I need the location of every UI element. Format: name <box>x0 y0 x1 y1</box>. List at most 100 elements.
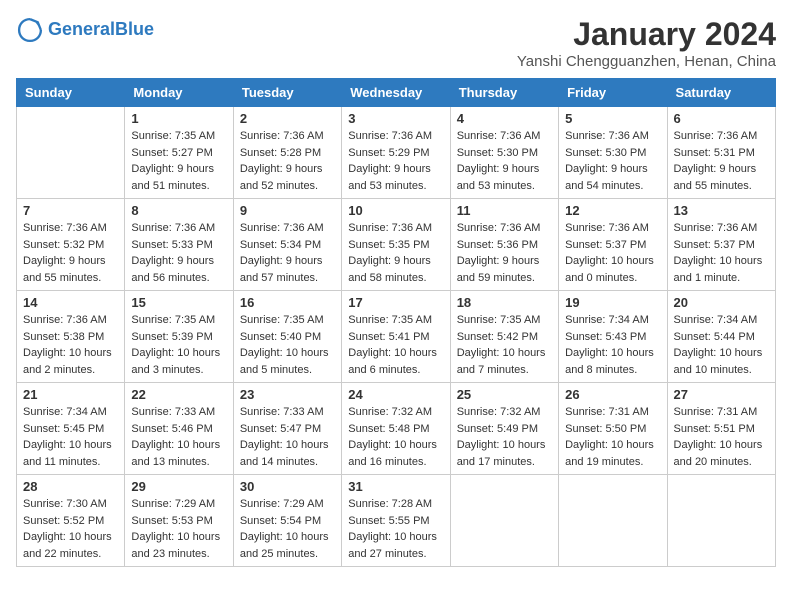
day-number: 30 <box>240 479 335 494</box>
day-info: Sunrise: 7:36 AM Sunset: 5:29 PM Dayligh… <box>348 128 443 194</box>
day-info: Sunrise: 7:36 AM Sunset: 5:30 PM Dayligh… <box>457 128 552 194</box>
calendar-cell: 22Sunrise: 7:33 AM Sunset: 5:46 PM Dayli… <box>125 383 233 475</box>
logo: GeneralBlue <box>16 16 154 44</box>
calendar-cell: 15 Sunrise: 7:35 AM Sunset: 5:39 PM Dayli… <box>125 291 233 383</box>
calendar-cell: 1Sunrise: 7:35 AM Sunset: 5:27 PM Daylig… <box>125 107 233 199</box>
calendar-cell: 11 Sunrise: 7:36 AM Sunset: 5:36 PM Dayli… <box>450 199 558 291</box>
day-info: Sunrise: 7:30 AM Sunset: 5:52 PM Dayligh… <box>23 496 118 562</box>
day-number: 11 <box>457 203 552 218</box>
day-number: 16 <box>240 295 335 310</box>
day-number: 23 <box>240 387 335 402</box>
logo-blue: Blue <box>115 19 154 39</box>
day-number: 25 <box>457 387 552 402</box>
day-info: Sunrise: 7:36 AM Sunset: 5:31 PM Dayligh… <box>674 128 769 194</box>
calendar-cell: 21 Sunrise: 7:34 AM Sunset: 5:45 PM Dayli… <box>17 383 125 475</box>
day-info: Sunrise: 7:36 AM Sunset: 5:32 PM Dayligh… <box>23 220 118 286</box>
day-info: Sunrise: 7:31 AM Sunset: 5:51 PM Dayligh… <box>674 404 769 470</box>
calendar-cell: 24 Sunrise: 7:32 AM Sunset: 5:48 PM Dayli… <box>342 383 450 475</box>
day-info: Sunrise: 7:36 AM Sunset: 5:30 PM Dayligh… <box>565 128 660 194</box>
calendar-cell: 23 Sunrise: 7:33 AM Sunset: 5:47 PM Dayli… <box>233 383 341 475</box>
day-number: 29 <box>131 479 226 494</box>
logo-icon <box>16 16 44 44</box>
calendar-table: SundayMondayTuesdayWednesdayThursdayFrid… <box>16 78 776 567</box>
day-info: Sunrise: 7:33 AM Sunset: 5:47 PM Dayligh… <box>240 404 335 470</box>
calendar-cell <box>450 475 558 567</box>
day-number: 19 <box>565 295 660 310</box>
day-number: 18 <box>457 295 552 310</box>
day-number: 15 <box>131 295 226 310</box>
calendar-cell: 10 Sunrise: 7:36 AM Sunset: 5:35 PM Dayli… <box>342 199 450 291</box>
calendar-cell: 2 Sunrise: 7:36 AM Sunset: 5:28 PM Daylig… <box>233 107 341 199</box>
calendar-header-monday: Monday <box>125 79 233 107</box>
calendar-cell: 16 Sunrise: 7:35 AM Sunset: 5:40 PM Dayli… <box>233 291 341 383</box>
main-title: January 2024 <box>517 16 776 53</box>
logo-text: GeneralBlue <box>48 20 154 40</box>
calendar-cell: 17Sunrise: 7:35 AM Sunset: 5:41 PM Dayli… <box>342 291 450 383</box>
day-number: 20 <box>674 295 769 310</box>
calendar-cell: 18 Sunrise: 7:35 AM Sunset: 5:42 PM Dayli… <box>450 291 558 383</box>
day-number: 13 <box>674 203 769 218</box>
day-info: Sunrise: 7:32 AM Sunset: 5:48 PM Dayligh… <box>348 404 443 470</box>
day-info: Sunrise: 7:36 AM Sunset: 5:36 PM Dayligh… <box>457 220 552 286</box>
day-info: Sunrise: 7:34 AM Sunset: 5:44 PM Dayligh… <box>674 312 769 378</box>
day-number: 27 <box>674 387 769 402</box>
logo-general: General <box>48 19 115 39</box>
calendar-cell: 28 Sunrise: 7:30 AM Sunset: 5:52 PM Dayli… <box>17 475 125 567</box>
calendar-cell: 4 Sunrise: 7:36 AM Sunset: 5:30 PM Daylig… <box>450 107 558 199</box>
calendar-cell: 8 Sunrise: 7:36 AM Sunset: 5:33 PM Daylig… <box>125 199 233 291</box>
day-number: 4 <box>457 111 552 126</box>
day-info: Sunrise: 7:35 AM Sunset: 5:40 PM Dayligh… <box>240 312 335 378</box>
calendar-cell: 12Sunrise: 7:36 AM Sunset: 5:37 PM Dayli… <box>559 199 667 291</box>
calendar-cell: 26Sunrise: 7:31 AM Sunset: 5:50 PM Dayli… <box>559 383 667 475</box>
calendar-cell <box>667 475 775 567</box>
day-info: Sunrise: 7:36 AM Sunset: 5:38 PM Dayligh… <box>23 312 118 378</box>
subtitle: Yanshi Chengguanzhen, Henan, China <box>517 53 776 70</box>
day-info: Sunrise: 7:35 AM Sunset: 5:27 PM Dayligh… <box>131 128 226 194</box>
day-info: Sunrise: 7:36 AM Sunset: 5:33 PM Dayligh… <box>131 220 226 286</box>
day-info: Sunrise: 7:34 AM Sunset: 5:43 PM Dayligh… <box>565 312 660 378</box>
title-block: January 2024 Yanshi Chengguanzhen, Henan… <box>517 16 776 70</box>
day-number: 12 <box>565 203 660 218</box>
calendar-cell: 30 Sunrise: 7:29 AM Sunset: 5:54 PM Dayli… <box>233 475 341 567</box>
day-info: Sunrise: 7:34 AM Sunset: 5:45 PM Dayligh… <box>23 404 118 470</box>
calendar-cell: 25 Sunrise: 7:32 AM Sunset: 5:49 PM Dayli… <box>450 383 558 475</box>
day-info: Sunrise: 7:36 AM Sunset: 5:37 PM Dayligh… <box>674 220 769 286</box>
day-info: Sunrise: 7:36 AM Sunset: 5:28 PM Dayligh… <box>240 128 335 194</box>
day-number: 21 <box>23 387 118 402</box>
day-info: Sunrise: 7:28 AM Sunset: 5:55 PM Dayligh… <box>348 496 443 562</box>
calendar-header-thursday: Thursday <box>450 79 558 107</box>
day-info: Sunrise: 7:32 AM Sunset: 5:49 PM Dayligh… <box>457 404 552 470</box>
day-number: 9 <box>240 203 335 218</box>
day-info: Sunrise: 7:35 AM Sunset: 5:42 PM Dayligh… <box>457 312 552 378</box>
calendar-cell: 31 Sunrise: 7:28 AM Sunset: 5:55 PM Dayli… <box>342 475 450 567</box>
day-number: 31 <box>348 479 443 494</box>
calendar-cell: 5 Sunrise: 7:36 AM Sunset: 5:30 PM Daylig… <box>559 107 667 199</box>
day-info: Sunrise: 7:36 AM Sunset: 5:34 PM Dayligh… <box>240 220 335 286</box>
calendar-week-row: 1Sunrise: 7:35 AM Sunset: 5:27 PM Daylig… <box>17 107 776 199</box>
calendar-cell <box>17 107 125 199</box>
day-number: 8 <box>131 203 226 218</box>
day-number: 24 <box>348 387 443 402</box>
day-number: 7 <box>23 203 118 218</box>
day-info: Sunrise: 7:36 AM Sunset: 5:35 PM Dayligh… <box>348 220 443 286</box>
day-info: Sunrise: 7:31 AM Sunset: 5:50 PM Dayligh… <box>565 404 660 470</box>
calendar-week-row: 28 Sunrise: 7:30 AM Sunset: 5:52 PM Dayli… <box>17 475 776 567</box>
calendar-cell: 3 Sunrise: 7:36 AM Sunset: 5:29 PM Daylig… <box>342 107 450 199</box>
day-number: 22 <box>131 387 226 402</box>
calendar-header-wednesday: Wednesday <box>342 79 450 107</box>
calendar-header-friday: Friday <box>559 79 667 107</box>
day-number: 28 <box>23 479 118 494</box>
calendar-cell: 9 Sunrise: 7:36 AM Sunset: 5:34 PM Daylig… <box>233 199 341 291</box>
calendar-cell: 29Sunrise: 7:29 AM Sunset: 5:53 PM Dayli… <box>125 475 233 567</box>
day-number: 3 <box>348 111 443 126</box>
page-header: GeneralBlue January 2024 Yanshi Chenggua… <box>16 16 776 70</box>
calendar-header-tuesday: Tuesday <box>233 79 341 107</box>
day-number: 5 <box>565 111 660 126</box>
day-number: 2 <box>240 111 335 126</box>
day-number: 10 <box>348 203 443 218</box>
day-number: 17 <box>348 295 443 310</box>
calendar-cell: 13 Sunrise: 7:36 AM Sunset: 5:37 PM Dayli… <box>667 199 775 291</box>
calendar-cell: 27 Sunrise: 7:31 AM Sunset: 5:51 PM Dayli… <box>667 383 775 475</box>
day-info: Sunrise: 7:35 AM Sunset: 5:39 PM Dayligh… <box>131 312 226 378</box>
day-info: Sunrise: 7:29 AM Sunset: 5:54 PM Dayligh… <box>240 496 335 562</box>
